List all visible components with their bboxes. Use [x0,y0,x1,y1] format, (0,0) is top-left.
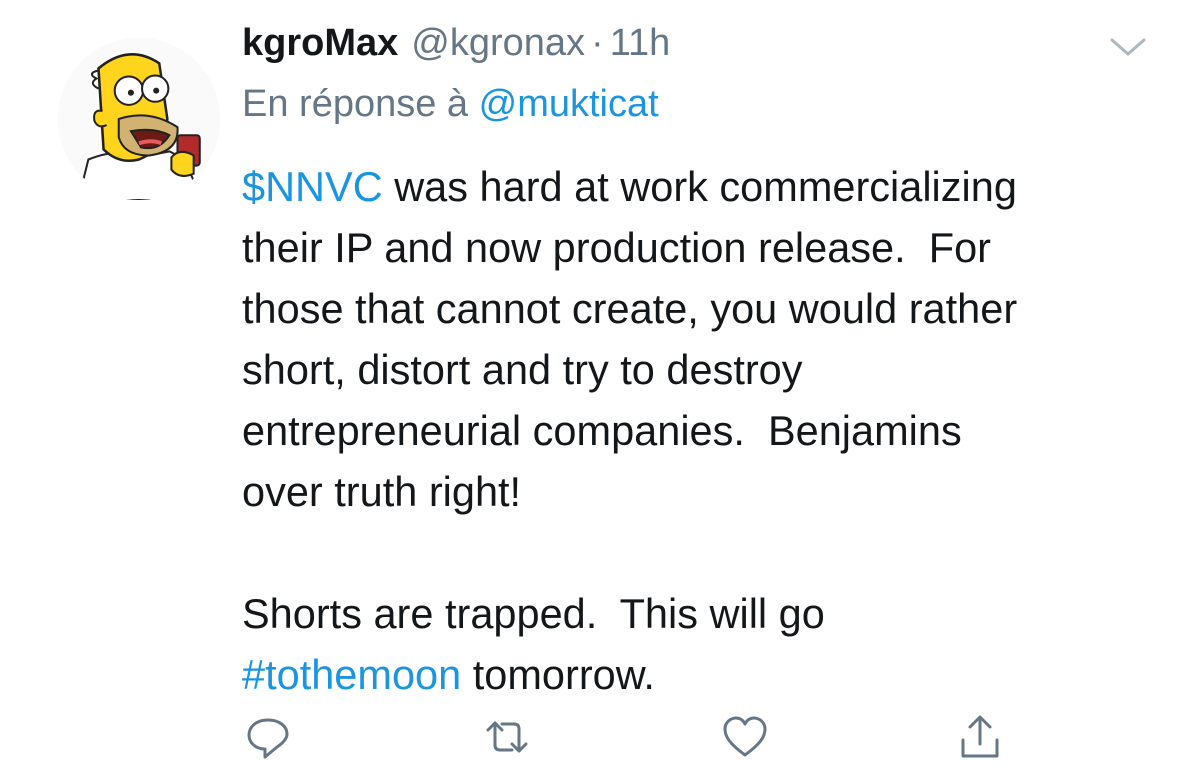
chevron-down-icon[interactable] [1108,36,1148,58]
hashtag-link[interactable]: #tothemoon [242,651,461,698]
reply-context: En réponse à @mukticat [242,83,659,126]
display-name[interactable]: kgroMax [242,22,398,65]
user-handle[interactable]: @kgronax [411,22,585,65]
tweet-text: $NNVC was hard at work commercializing t… [242,156,1162,705]
cashtag-link[interactable]: $NNVC [242,163,383,210]
avatar-illustration [58,38,220,200]
tweet-header: kgroMax @kgronax · 11h [242,22,1140,72]
retweet-icon[interactable] [482,712,532,762]
heart-icon[interactable] [720,712,770,762]
reply-mention-link[interactable]: @mukticat [479,83,659,125]
tweet-text-part-2: tomorrow. [461,651,655,698]
separator: · [591,22,604,64]
reply-icon[interactable] [243,712,293,762]
share-icon[interactable] [955,712,1005,762]
tweet-text-part-1: was hard at work commercializing their I… [242,163,1018,637]
avatar[interactable] [58,38,220,200]
reply-prefix: En réponse à [242,83,469,125]
tweet-actions [0,712,1200,768]
timestamp[interactable]: 11h [610,22,671,65]
